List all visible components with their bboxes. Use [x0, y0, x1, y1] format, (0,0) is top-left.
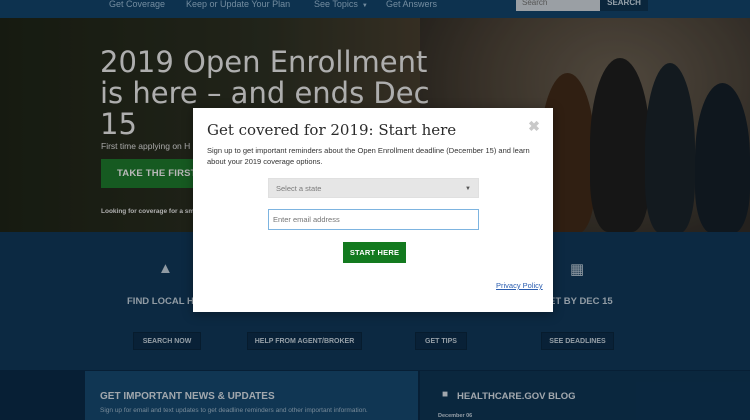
modal-title: Get covered for 2019: Start here: [207, 121, 457, 139]
state-select-value: Select a state: [276, 184, 322, 193]
privacy-policy-link[interactable]: Privacy Policy: [496, 281, 543, 290]
start-here-button[interactable]: START HERE: [343, 242, 406, 263]
signup-modal: Get covered for 2019: Start here ✖ Sign …: [193, 108, 553, 312]
email-field[interactable]: [268, 209, 479, 230]
close-icon[interactable]: ✖: [526, 118, 542, 134]
modal-description: Sign up to get important reminders about…: [207, 146, 530, 166]
state-select[interactable]: Select a state ▼: [268, 178, 479, 198]
chevron-down-icon: ▼: [465, 186, 471, 192]
